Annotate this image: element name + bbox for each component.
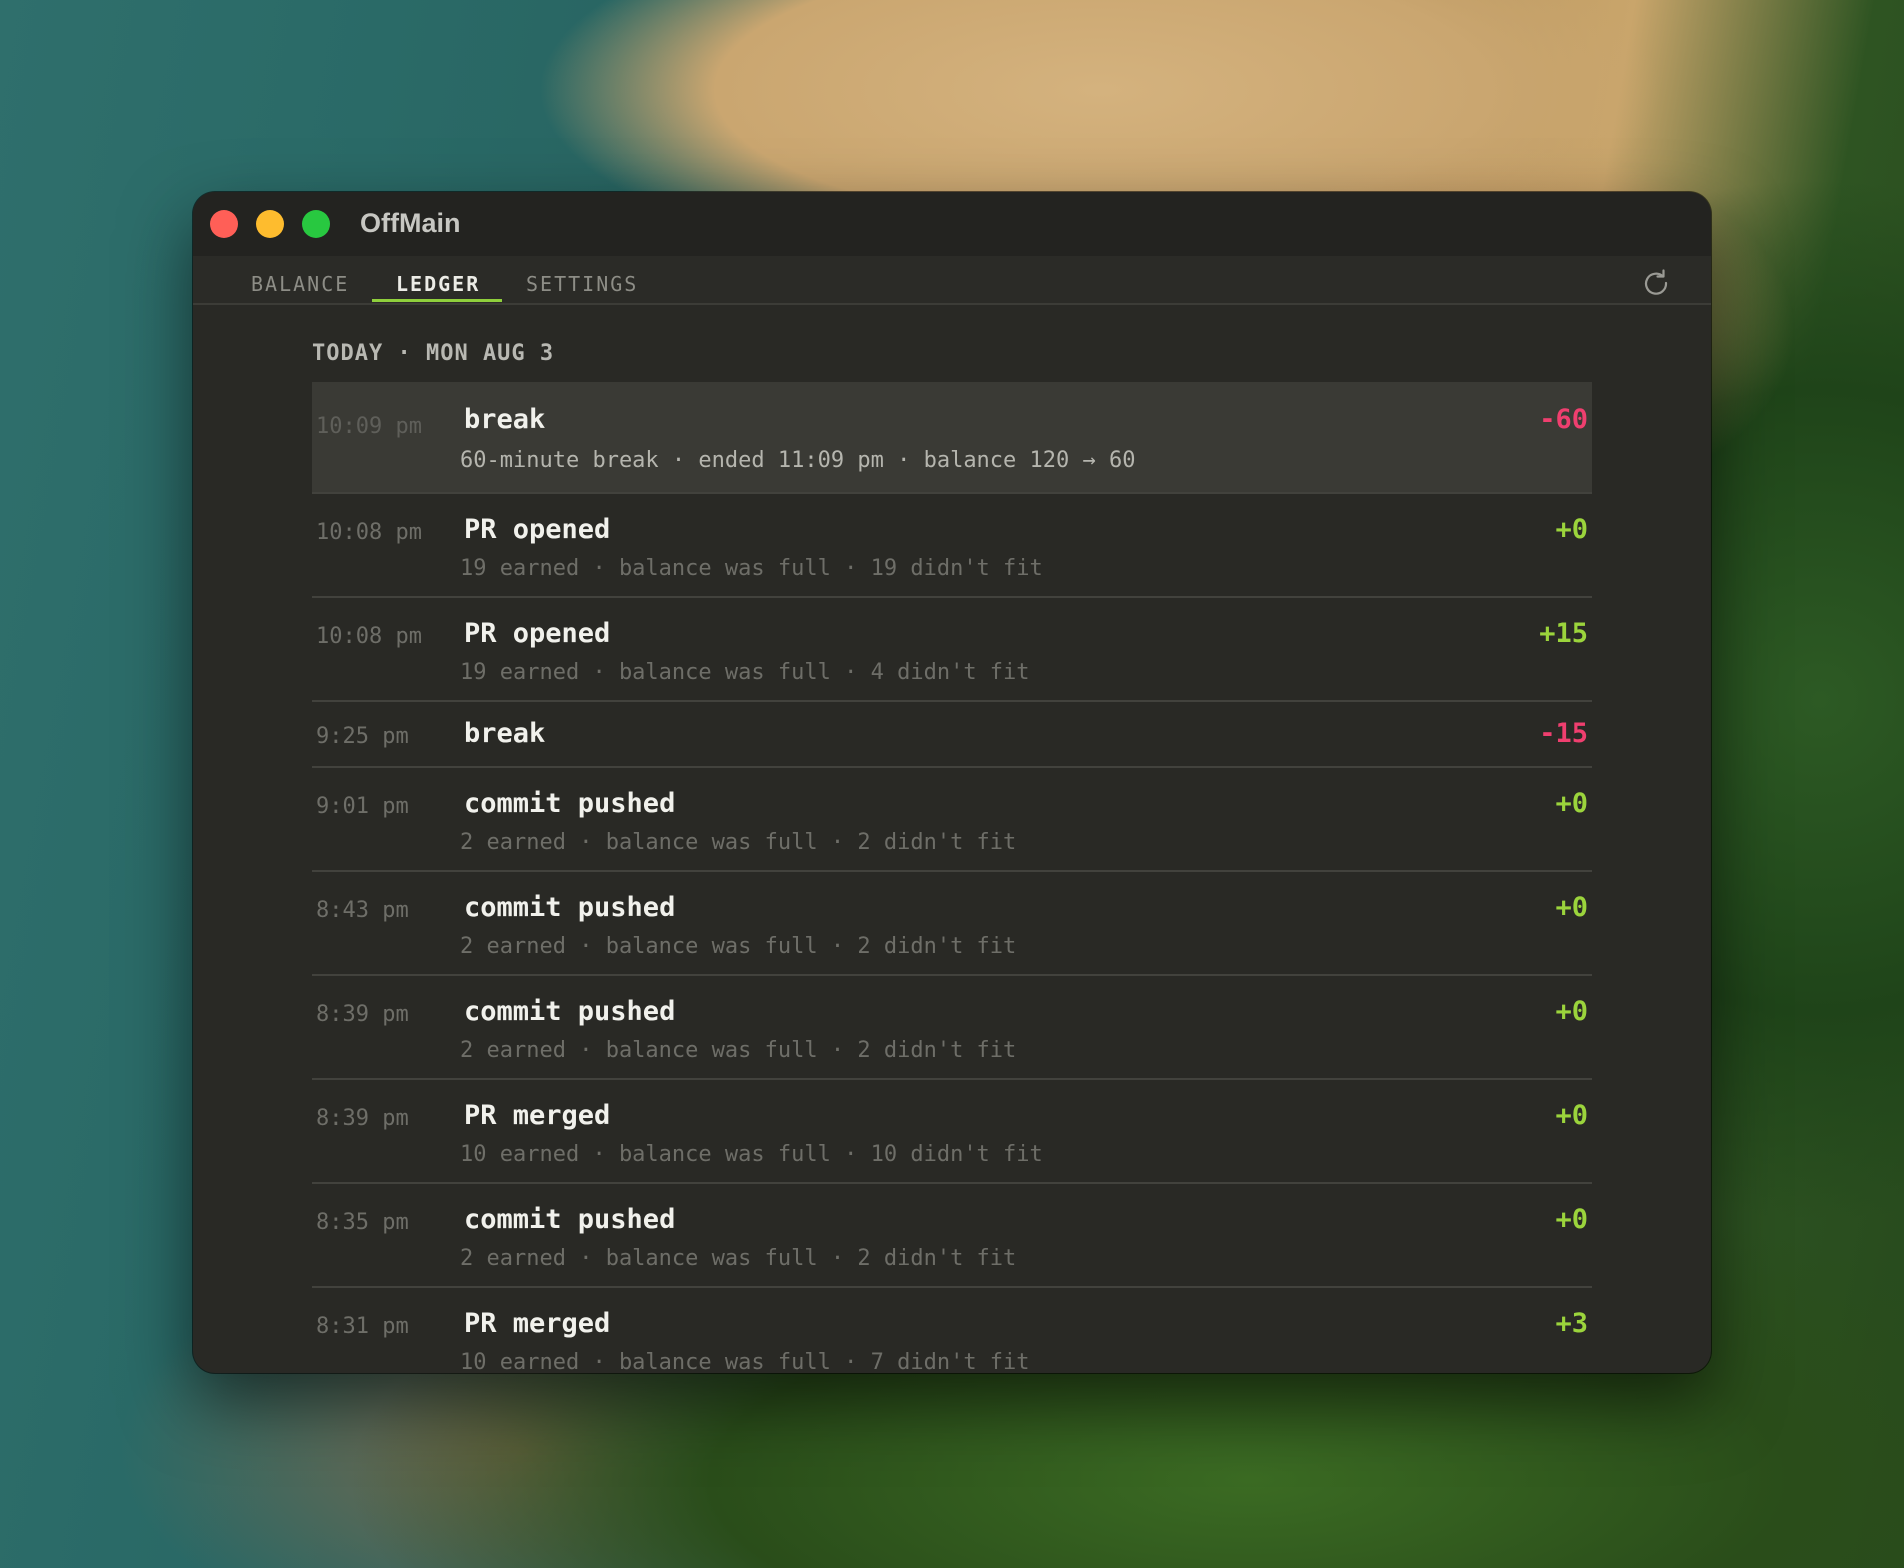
- entry-delta: -60: [1539, 404, 1588, 435]
- entry-title: PR merged: [464, 1308, 611, 1339]
- entry-delta: +0: [1555, 788, 1588, 819]
- ledger-row[interactable]: 10:08 pm PR opened 19 earned · balance was…: [312, 598, 1592, 702]
- entry-detail: 10 earned · balance was full · 10 didn't…: [460, 1142, 1043, 1167]
- entry-delta: -15: [1539, 718, 1588, 749]
- entry-title: PR merged: [464, 1100, 611, 1131]
- entry-delta: +15: [1539, 618, 1588, 649]
- entry-time: 10:08 pm: [316, 520, 422, 545]
- entry-title: commit pushed: [464, 1204, 676, 1235]
- ledger-row[interactable]: 10:08 pm PR opened 19 earned · balance was…: [312, 494, 1592, 598]
- entry-time: 8:39 pm: [316, 1106, 409, 1131]
- entry-time: 9:01 pm: [316, 794, 409, 819]
- entry-detail: 19 earned · balance was full · 4 didn't …: [460, 660, 1030, 685]
- entry-delta: +0: [1555, 892, 1588, 923]
- ledger-row[interactable]: 8:35 pm commit pushed 2 earned · balance w…: [312, 1184, 1592, 1288]
- entry-detail: 60-minute break · ended 11:09 pm · balan…: [460, 448, 1136, 473]
- entry-time: 8:35 pm: [316, 1210, 409, 1235]
- tab-settings[interactable]: SETTINGS: [526, 272, 638, 296]
- entry-time: 8:39 pm: [316, 1002, 409, 1027]
- ledger-list: 10:09 pm break 60-minute break · ended 11:…: [312, 382, 1592, 1373]
- entry-time: 8:43 pm: [316, 898, 409, 923]
- zoom-window-button[interactable]: [302, 210, 330, 238]
- ledger-row[interactable]: 8:39 pm commit pushed 2 earned · balance w…: [312, 976, 1592, 1080]
- entry-delta: +0: [1555, 1100, 1588, 1131]
- entry-delta: +0: [1555, 996, 1588, 1027]
- ledger-panel: TODAY · MON AUG 3 10:09 pm break 60-minute…: [193, 305, 1711, 1373]
- entry-title: break: [464, 404, 546, 435]
- refresh-icon[interactable]: [1641, 268, 1671, 298]
- ledger-row[interactable]: 10:09 pm break 60-minute break · ended 11:…: [312, 382, 1592, 494]
- tab-bar: BALANCE LEDGER SETTINGS: [193, 256, 1711, 305]
- entry-title: PR opened: [464, 514, 611, 545]
- entry-time: 10:08 pm: [316, 624, 422, 649]
- entry-title: PR opened: [464, 618, 611, 649]
- entry-detail: 2 earned · balance was full · 2 didn't f…: [460, 830, 1017, 855]
- entry-detail: 19 earned · balance was full · 19 didn't…: [460, 556, 1043, 581]
- app-window: OffMain BALANCE LEDGER SETTINGS TODAY · …: [193, 192, 1711, 1373]
- minimize-window-button[interactable]: [256, 210, 284, 238]
- title-bar: OffMain: [193, 192, 1711, 256]
- ledger-row[interactable]: 9:25 pm break -15: [312, 702, 1592, 768]
- entry-title: commit pushed: [464, 892, 676, 923]
- entry-title: commit pushed: [464, 788, 676, 819]
- entry-title: commit pushed: [464, 996, 676, 1027]
- ledger-row[interactable]: 8:31 pm PR merged 10 earned · balance was …: [312, 1288, 1592, 1373]
- active-tab-indicator: [372, 299, 502, 302]
- ledger-row[interactable]: 8:43 pm commit pushed 2 earned · balance w…: [312, 872, 1592, 976]
- window-title: OffMain: [360, 208, 461, 238]
- entry-delta: +0: [1555, 514, 1588, 545]
- close-window-button[interactable]: [210, 210, 238, 238]
- entry-delta: +3: [1555, 1308, 1588, 1339]
- entry-delta: +0: [1555, 1204, 1588, 1235]
- entry-time: 10:09 pm: [316, 414, 422, 439]
- date-header: TODAY · MON AUG 3: [312, 341, 555, 366]
- entry-detail: 10 earned · balance was full · 7 didn't …: [460, 1350, 1030, 1373]
- entry-time: 8:31 pm: [316, 1314, 409, 1339]
- entry-detail: 2 earned · balance was full · 2 didn't f…: [460, 1246, 1017, 1271]
- entry-detail: 2 earned · balance was full · 2 didn't f…: [460, 1038, 1017, 1063]
- tab-ledger[interactable]: LEDGER: [396, 272, 480, 296]
- tab-balance[interactable]: BALANCE: [251, 272, 349, 296]
- entry-title: break: [464, 718, 546, 749]
- ledger-row[interactable]: 9:01 pm commit pushed 2 earned · balance w…: [312, 768, 1592, 872]
- ledger-row[interactable]: 8:39 pm PR merged 10 earned · balance was …: [312, 1080, 1592, 1184]
- entry-detail: 2 earned · balance was full · 2 didn't f…: [460, 934, 1017, 959]
- entry-time: 9:25 pm: [316, 724, 409, 749]
